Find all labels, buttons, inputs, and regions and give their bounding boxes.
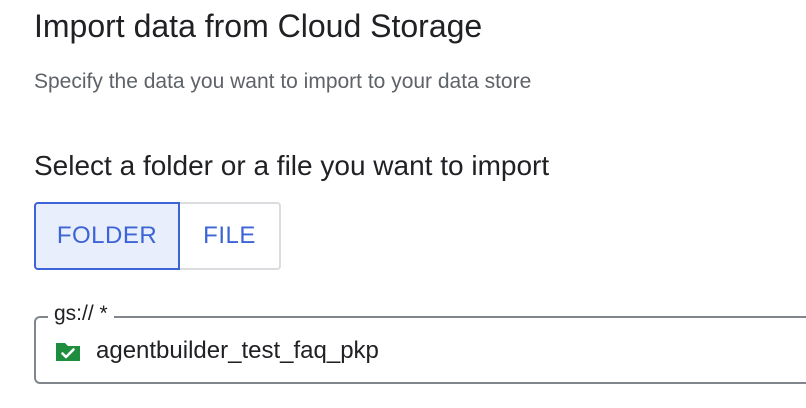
file-toggle-button[interactable]: FILE <box>180 202 281 270</box>
gcs-field-value-row: agentbuilder_test_faq_pkp <box>54 336 379 366</box>
gcs-field-label: gs:// * <box>48 300 114 328</box>
page-subtitle: Specify the data you want to import to y… <box>34 70 532 93</box>
folder-toggle-button[interactable]: FOLDER <box>34 202 180 270</box>
selection-heading: Select a folder or a file you want to im… <box>34 150 550 181</box>
gcs-path-value[interactable]: agentbuilder_test_faq_pkp <box>96 336 379 366</box>
page-title: Import data from Cloud Storage <box>34 8 483 44</box>
bucket-check-icon <box>56 343 80 361</box>
folder-file-toggle: FOLDER FILE <box>34 202 281 270</box>
import-page: Import data from Cloud Storage Specify t… <box>0 0 806 408</box>
gcs-path-field[interactable]: gs:// * agentbuilder_test_faq_pkp <box>34 300 806 384</box>
